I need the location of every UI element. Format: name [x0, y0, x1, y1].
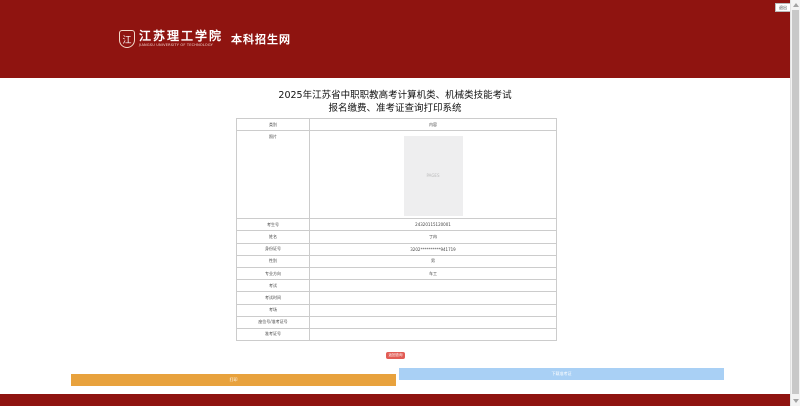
header-cell-category: 类别 [236, 117, 310, 132]
row-label: 座位号/准考证号 [236, 315, 310, 329]
footer-bar [0, 394, 800, 406]
candidate-info-table: 类别 内容 照片 PAGES 考生号 24320115120001 姓名 丁冉 身份… [236, 117, 557, 342]
table-row: 考试 [236, 279, 557, 293]
table-row: 考生号 24320115120001 [236, 218, 557, 232]
scrollbar-thumb[interactable] [792, 10, 799, 394]
photo-row: 照片 PAGES [236, 130, 557, 220]
candidate-photo: PAGES [403, 135, 463, 216]
site-name: 本科招生网 [231, 33, 292, 46]
row-label: 身份证号 [236, 242, 310, 256]
scroll-up-arrow-icon[interactable] [793, 3, 799, 7]
row-value: 丁冉 [309, 230, 557, 244]
row-label: 性别 [236, 254, 310, 268]
row-value [309, 303, 557, 317]
row-value: 男 [309, 254, 557, 268]
photo-label: 照片 [236, 130, 310, 220]
scroll-down-arrow-icon[interactable] [793, 399, 799, 403]
row-label: 考生号 [236, 218, 310, 232]
page-title-line1: 2025年江苏省中职职教高考计算机类、机械类技能考试 [278, 90, 512, 101]
table-row: 座位号/准考证号 [236, 315, 557, 329]
row-value [309, 327, 557, 342]
table-row: 专业方向 车工 [236, 266, 557, 281]
logo-chinese-name: 江苏理工学院 [139, 29, 224, 43]
table-row: 性别男 [236, 254, 557, 268]
table-row: 考试时间 [236, 291, 557, 305]
row-value [309, 279, 557, 293]
row-label: 姓名 [236, 230, 310, 244]
row-label: 考试 [236, 279, 310, 293]
page-title-line2: 报名缴费、准考证查询打印系统 [328, 103, 462, 114]
vertical-scrollbar[interactable] [790, 0, 800, 406]
logo-text: 江苏理工学院 JIANGSU UNIVERSITY OF TECHNOLOGY [139, 30, 223, 48]
download-admission-ticket-button[interactable]: 下载准考证 [399, 368, 724, 380]
row-value: 24320115120001 [309, 218, 557, 232]
table-header-row: 类别 内容 [236, 117, 557, 132]
header-cell-content: 内容 [309, 117, 557, 132]
row-label: 考试时间 [236, 291, 310, 305]
photo-cell: PAGES [309, 130, 557, 220]
table-row: 考场 [236, 303, 557, 317]
header-bar: 江 江苏理工学院 JIANGSU UNIVERSITY OF TECHNOLOG… [0, 0, 800, 78]
photo-placeholder-text: PAGES [426, 173, 440, 179]
university-seal-icon: 江 [119, 30, 135, 48]
table-row: 准考证号 [236, 327, 557, 342]
return-query-button[interactable]: 返回查询 [386, 352, 405, 359]
print-button[interactable]: 打印 [71, 374, 396, 386]
logo-english-name: JIANGSU UNIVERSITY OF TECHNOLOGY [139, 43, 213, 47]
university-logo[interactable]: 江 江苏理工学院 JIANGSU UNIVERSITY OF TECHNOLOG… [119, 28, 291, 50]
row-label: 考场 [236, 303, 310, 317]
row-value: 3202**********941719 [309, 242, 557, 256]
top-right-button[interactable]: 退出 [775, 3, 791, 12]
table-row: 身份证号 3202**********941719 [236, 242, 557, 256]
row-value: 车工 [309, 266, 557, 281]
row-label: 准考证号 [236, 327, 310, 342]
row-value [309, 291, 557, 305]
row-value [309, 315, 557, 329]
row-label: 专业方向 [236, 266, 310, 281]
table-row: 姓名 丁冉 [236, 230, 557, 244]
